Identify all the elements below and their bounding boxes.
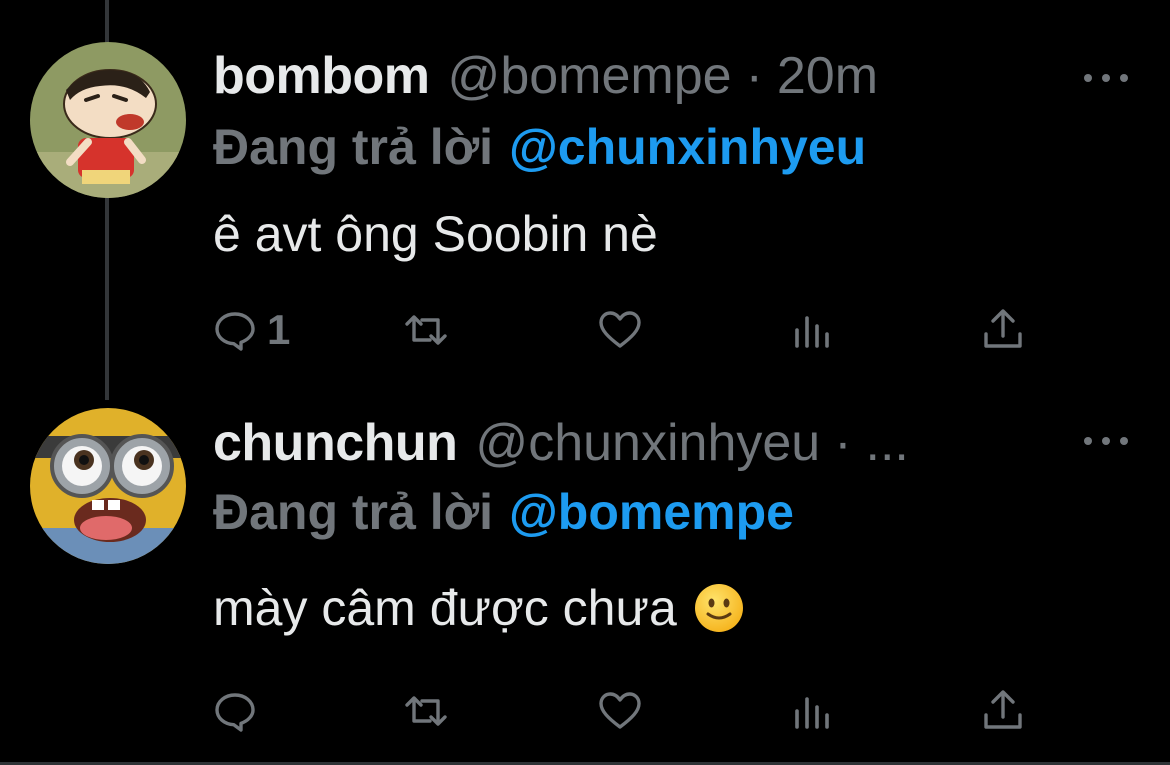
share-icon: [984, 309, 1022, 348]
user-handle[interactable]: @chunxinhyeu: [475, 411, 820, 475]
reply-button[interactable]: 1: [211, 300, 290, 360]
like-button[interactable]: [596, 300, 644, 360]
separator: ·: [745, 47, 763, 105]
more-options-icon[interactable]: [1084, 431, 1128, 451]
cartoon-boy-avatar-icon: [30, 42, 186, 198]
more-options-icon[interactable]: [1084, 68, 1128, 88]
tweet-text: ê avt ông Soobin nè: [213, 203, 658, 265]
like-icon: [599, 692, 641, 729]
views-icon: [795, 316, 829, 348]
reply-icon: [215, 312, 255, 351]
like-button[interactable]: [596, 681, 644, 741]
tweet[interactable]: bombom @bomempe · 20m Đang trả lời @chunx…: [0, 0, 1170, 395]
retweet-icon: [405, 696, 447, 726]
reply-prefix: Đang trả lời: [213, 484, 494, 540]
reply-context: Đang trả lời @chunxinhyeu: [213, 117, 866, 177]
timestamp[interactable]: ...: [866, 411, 909, 475]
views-button[interactable]: [789, 681, 837, 741]
avatar[interactable]: [30, 42, 186, 198]
views-button[interactable]: [789, 300, 837, 360]
retweet-button[interactable]: [402, 300, 450, 360]
reply-button[interactable]: [211, 681, 267, 741]
display-name[interactable]: chunchun: [213, 411, 458, 475]
reply-prefix: Đang trả lời: [213, 119, 494, 175]
share-button[interactable]: [979, 300, 1027, 360]
retweet-icon: [405, 315, 447, 345]
retweet-button[interactable]: [402, 681, 450, 741]
share-icon: [984, 690, 1022, 729]
reply-count: 1: [267, 306, 291, 353]
action-bar: [0, 681, 1170, 741]
tweet-text: mày câm được chưa: [213, 577, 745, 639]
action-bar: 1: [0, 300, 1170, 360]
reply-mention-link[interactable]: @bomempe: [509, 484, 794, 540]
timestamp[interactable]: 20m: [777, 44, 878, 108]
display-name[interactable]: bombom: [213, 44, 430, 108]
reply-mention-link[interactable]: @chunxinhyeu: [509, 119, 866, 175]
separator: ·: [834, 414, 852, 472]
minion-avatar-icon: [30, 408, 186, 564]
slightly-smiling-face-icon: [693, 582, 745, 634]
user-handle[interactable]: @bomempe: [448, 44, 732, 108]
share-button[interactable]: [979, 681, 1027, 741]
tweet-text-content: ê avt ông Soobin nè: [213, 206, 658, 262]
views-icon: [795, 697, 829, 729]
avatar[interactable]: [30, 408, 186, 564]
tweet-text-content: mày câm được chưa: [213, 580, 677, 636]
reply-context: Đang trả lời @bomempe: [213, 482, 794, 542]
reply-icon: [215, 693, 255, 732]
tweet[interactable]: chunchun @chunxinhyeu · ... Đang trả lời…: [0, 395, 1170, 765]
like-icon: [599, 311, 641, 348]
